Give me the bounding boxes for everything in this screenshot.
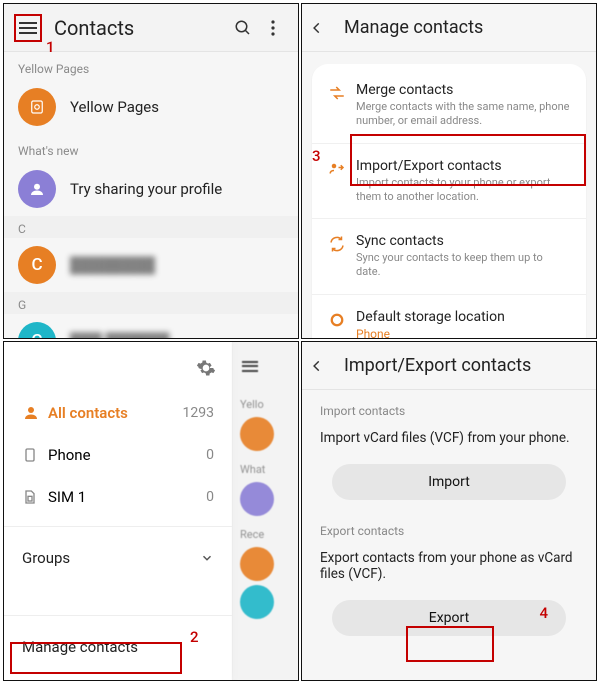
import-button[interactable]: Import <box>332 464 566 500</box>
avatar-letter: C <box>18 246 56 284</box>
drawer-label: Phone <box>48 446 91 464</box>
option-title: Default storage location <box>356 309 505 325</box>
screen-title: Manage contacts <box>344 17 483 38</box>
option-sub: Import contacts to your phone or export … <box>356 176 570 205</box>
option-sub: Sync your contacts to keep them up to da… <box>356 251 570 280</box>
contact-row[interactable]: C ████████ <box>4 238 298 292</box>
panel-manage-contacts: Manage contacts Merge contacts Merge con… <box>301 3 597 339</box>
settings-icon[interactable] <box>196 358 216 378</box>
list-item-share-profile[interactable]: Try sharing your profile <box>4 162 298 216</box>
search-icon[interactable] <box>228 13 258 43</box>
menu-icon[interactable] <box>14 14 42 42</box>
list-item-label: Try sharing your profile <box>70 180 222 198</box>
panel-drawer: All contacts 1293 Phone 0 SIM 1 0 Groups <box>3 341 299 681</box>
options-card: Merge contacts Merge contacts with the s… <box>312 64 586 339</box>
divider <box>4 615 232 616</box>
panel-import-export: Import/Export contacts Import contacts I… <box>301 341 597 681</box>
button-label: Import <box>428 474 470 490</box>
section-export-header: Export contacts <box>302 510 596 544</box>
panel-contacts-list: Contacts 1 Yellow Pages Yellow Pages Wha… <box>3 3 299 339</box>
contact-name-redacted: ████████ <box>70 256 155 274</box>
section-label: Yellow Pages <box>4 52 298 80</box>
overflow-icon[interactable] <box>258 13 288 43</box>
import-export-icon <box>328 158 356 205</box>
yellow-pages-icon <box>18 88 56 126</box>
section-label: What's new <box>4 134 298 162</box>
drawer-scrim-content: Yello What Rece <box>232 342 298 680</box>
button-label: Export <box>429 610 469 626</box>
drawer-item-phone[interactable]: Phone 0 <box>4 434 232 476</box>
contact-name-redacted: ███ ██████ <box>70 332 169 339</box>
import-description: Import vCard files (VCF) from your phone… <box>302 424 596 460</box>
item-import-export[interactable]: Import/Export contacts Import contacts t… <box>312 144 586 220</box>
annotation-2: 2 <box>190 628 199 646</box>
background-appbar <box>232 342 298 390</box>
option-title: Merge contacts <box>356 82 570 98</box>
drawer-label: All contacts <box>48 404 128 422</box>
appbar: Manage contacts <box>302 4 596 52</box>
drawer-count: 0 <box>206 447 214 463</box>
app-title: Contacts <box>54 16 228 40</box>
drawer-item-groups[interactable]: Groups <box>4 535 232 581</box>
option-title: Sync contacts <box>356 233 570 249</box>
divider <box>4 526 232 527</box>
merge-icon <box>328 82 356 129</box>
option-title: Import/Export contacts <box>356 158 570 174</box>
drawer-count: 1293 <box>183 405 214 421</box>
export-description: Export contacts from your phone as vCard… <box>302 544 596 596</box>
option-value: Phone <box>356 327 505 339</box>
drawer-count: 0 <box>206 489 214 505</box>
back-icon[interactable] <box>310 359 338 373</box>
back-icon[interactable] <box>310 21 338 35</box>
list-item-yellow-pages[interactable]: Yellow Pages <box>4 80 298 134</box>
item-sync-contacts[interactable]: Sync contacts Sync your contacts to keep… <box>312 219 586 295</box>
appbar: Import/Export contacts <box>302 342 596 390</box>
profile-icon <box>18 170 56 208</box>
section-import-header: Import contacts <box>302 390 596 424</box>
item-default-storage[interactable]: Default storage location Phone <box>312 295 586 339</box>
phone-icon <box>22 447 48 463</box>
annotation-3: 3 <box>312 147 321 165</box>
drawer-item-all-contacts[interactable]: All contacts 1293 <box>4 392 232 434</box>
option-sub: Merge contacts with the same name, phone… <box>356 100 570 129</box>
chevron-down-icon <box>200 551 214 565</box>
item-merge-contacts[interactable]: Merge contacts Merge contacts with the s… <box>312 68 586 144</box>
export-button[interactable]: Export <box>332 600 566 636</box>
annotation-1: 1 <box>46 38 55 56</box>
contact-row[interactable]: G ███ ██████ <box>4 314 298 339</box>
person-icon <box>22 404 48 422</box>
letter-divider: C <box>4 216 298 238</box>
drawer-label: Manage contacts <box>22 638 138 656</box>
avatar-letter: G <box>18 322 56 339</box>
drawer-item-sim[interactable]: SIM 1 0 <box>4 476 232 518</box>
list-item-label: Yellow Pages <box>70 98 159 116</box>
sync-icon <box>328 233 356 280</box>
drawer-label: SIM 1 <box>48 488 86 506</box>
screen-title: Import/Export contacts <box>344 355 531 376</box>
storage-icon <box>328 309 356 339</box>
drawer-label: Groups <box>22 549 70 567</box>
annotation-4: 4 <box>539 604 548 622</box>
letter-divider: G <box>4 292 298 314</box>
sim-icon <box>22 489 48 505</box>
